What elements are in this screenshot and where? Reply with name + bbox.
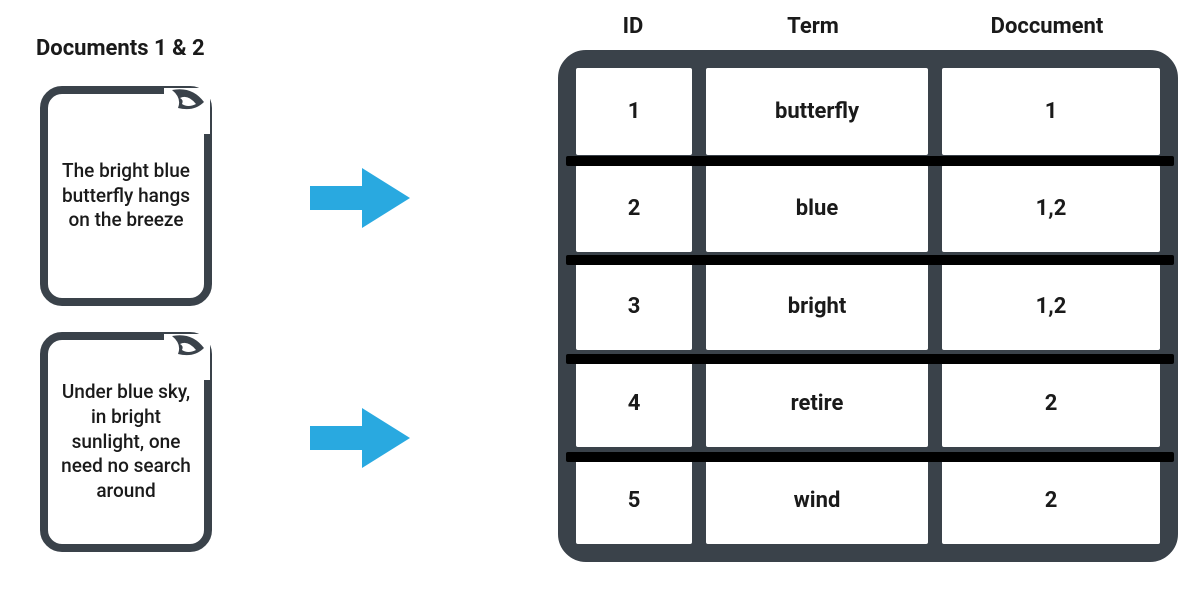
dogear-icon	[164, 88, 210, 134]
cell-doc: 1,2	[942, 165, 1160, 252]
cell-doc: 2	[942, 360, 1160, 447]
cell-term: butterfly	[706, 68, 928, 155]
cell-id: 4	[576, 360, 692, 447]
cell-id: 5	[576, 457, 692, 544]
column-term: butterfly blue bright retire wind	[706, 68, 928, 544]
document-2-text: Under blue sky, in bright sunlight, one …	[58, 380, 194, 503]
document-1-text: The bright blue butterfly hangs on the b…	[58, 159, 194, 233]
document-1: The bright blue butterfly hangs on the b…	[40, 86, 212, 306]
documents-title: Documents 1 & 2	[36, 36, 205, 61]
cell-doc: 1,2	[942, 262, 1160, 349]
inverted-index-table: 1 2 3 4 5 butterfly blue bright retire w…	[558, 50, 1178, 562]
col-header-doc: Doccument	[928, 14, 1166, 39]
col-header-id: ID	[568, 14, 698, 39]
column-doc: 1 1,2 1,2 2 2	[942, 68, 1160, 544]
cell-term: wind	[706, 457, 928, 544]
row-divider	[566, 354, 1174, 364]
cell-term: retire	[706, 360, 928, 447]
table-header-row: ID Term Doccument	[568, 14, 1168, 39]
cell-doc: 2	[942, 457, 1160, 544]
arrow-icon	[300, 398, 420, 478]
column-id: 1 2 3 4 5	[576, 68, 692, 544]
row-divider	[566, 452, 1174, 462]
arrow-icon	[300, 158, 420, 238]
dogear-icon	[164, 334, 210, 380]
cell-id: 2	[576, 165, 692, 252]
cell-doc: 1	[942, 68, 1160, 155]
diagram-root: Documents 1 & 2 The bright blue butterfl…	[0, 0, 1200, 600]
col-header-term: Term	[698, 14, 928, 39]
row-divider	[566, 255, 1174, 265]
cell-id: 1	[576, 68, 692, 155]
row-divider	[566, 156, 1174, 166]
cell-term: bright	[706, 262, 928, 349]
cell-term: blue	[706, 165, 928, 252]
document-2: Under blue sky, in bright sunlight, one …	[40, 332, 212, 552]
cell-id: 3	[576, 262, 692, 349]
